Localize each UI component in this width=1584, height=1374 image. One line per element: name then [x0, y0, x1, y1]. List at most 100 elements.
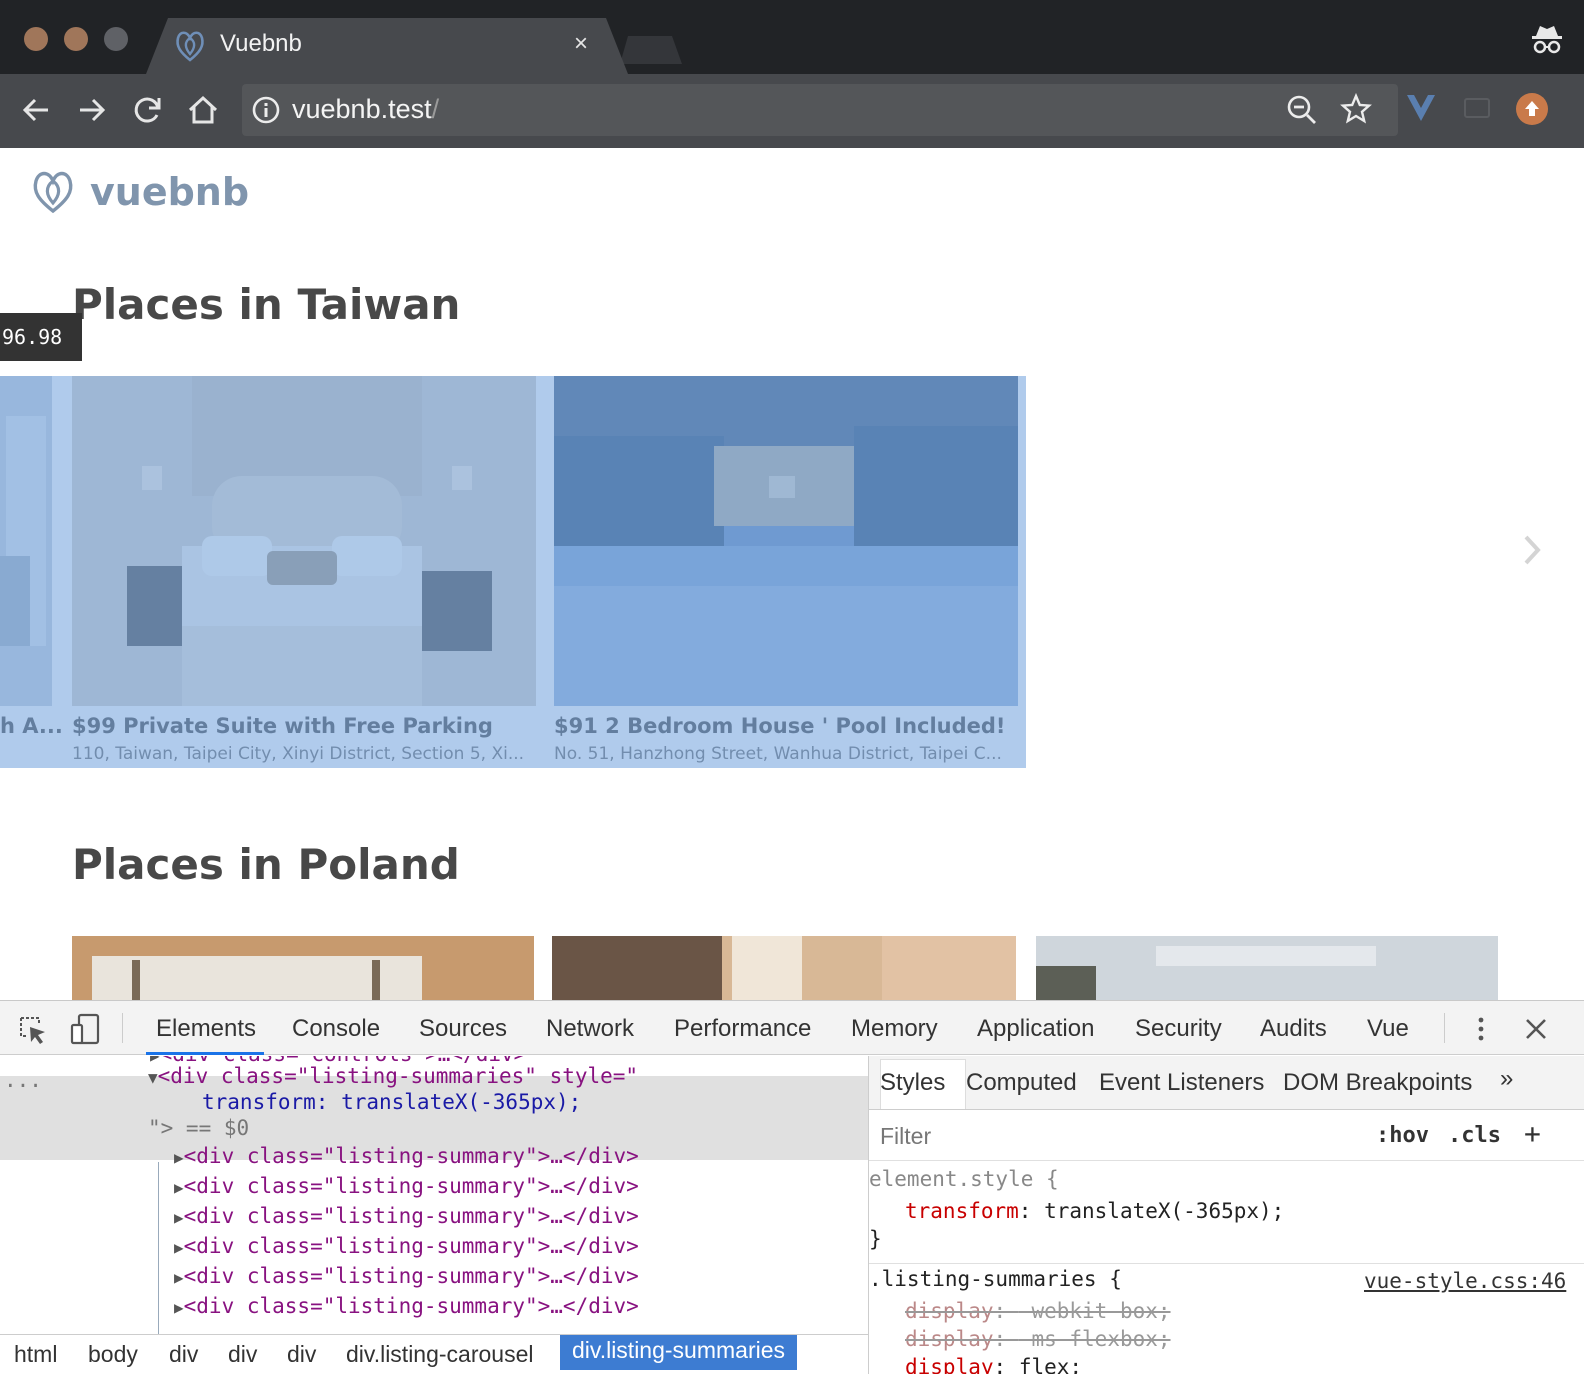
breadcrumb-listing-summaries[interactable]: div.listing-summaries [560, 1335, 798, 1370]
section-title-taiwan: Places in Taiwan [72, 280, 461, 329]
home-button[interactable] [185, 92, 221, 128]
devtools-panel: Elements Console Sources Network Perform… [0, 1000, 1584, 1374]
hover-state-button[interactable]: :hov [1376, 1123, 1429, 1148]
listing-title: h A... [0, 714, 63, 738]
logo-text[interactable]: vuebnb [90, 170, 249, 214]
rule-separator [869, 1263, 1584, 1264]
back-button[interactable] [18, 92, 54, 128]
more-tabs-button[interactable]: » [1500, 1065, 1513, 1093]
stylesheet-source-link[interactable]: vue-style.css:46 [1364, 1269, 1566, 1293]
reload-button[interactable] [130, 92, 166, 128]
forward-icon [80, 98, 106, 122]
dom-node-listing-summary[interactable]: ▶<div class="listing-summary">…</div> [174, 1264, 639, 1288]
listing-address: 110, Taiwan, Taipei City, Xinyi District… [72, 744, 525, 764]
back-icon [22, 98, 48, 122]
toolbar-divider [122, 1013, 123, 1043]
class-rule-selector: .listing-summaries { [869, 1267, 1122, 1291]
chevron-right-icon[interactable] [1522, 533, 1544, 567]
url-text[interactable]: vuebnb.test/ [292, 94, 439, 125]
close-window-button[interactable] [24, 27, 48, 51]
zoom-icon[interactable] [1286, 94, 1318, 126]
tab-audits[interactable]: Audits [1260, 1015, 1327, 1043]
tab-event-listeners[interactable]: Event Listeners [1099, 1069, 1264, 1097]
more-icon[interactable] [1474, 1015, 1488, 1043]
vue-devtools-icon[interactable] [1404, 92, 1438, 124]
style-declaration[interactable]: display: flex; [905, 1355, 1082, 1374]
dom-node-listing-summary[interactable]: ▶<div class="listing-summary">…</div> [174, 1144, 639, 1168]
browser-tab[interactable] [146, 18, 628, 74]
vuebnb-logo-icon[interactable] [30, 168, 76, 214]
styles-filter-input[interactable]: Filter [880, 1123, 931, 1150]
dom-breadcrumb: html body div div div div.listing-carous… [0, 1334, 868, 1374]
tab-network[interactable]: Network [546, 1015, 634, 1043]
elements-tree: ▶<div class="controls">…</div> ... ▼<div… [0, 1056, 868, 1334]
listing-photo[interactable] [552, 936, 1016, 1000]
reload-icon [134, 97, 161, 123]
listing-photo [554, 376, 1018, 706]
devtools-tab-bar: Elements Console Sources Network Perform… [0, 1001, 1584, 1055]
breadcrumb-listing-carousel[interactable]: div.listing-carousel [346, 1341, 533, 1368]
tab-application[interactable]: Application [977, 1015, 1094, 1043]
tab-vue[interactable]: Vue [1367, 1015, 1409, 1043]
overridden-declaration[interactable]: display: -webkit-box; [905, 1299, 1171, 1323]
profile-extension-button[interactable] [1516, 93, 1548, 125]
extension-icon[interactable] [1464, 98, 1490, 118]
close-icon[interactable] [1524, 1017, 1548, 1041]
style-rules: element.style { transform: translateX(-3… [869, 1161, 1584, 1374]
listing-address: No. 51, Hanzhong Street, Wanhua District… [554, 744, 1002, 764]
section-title-poland: Places in Poland [72, 840, 460, 889]
listing-carousel-poland [0, 936, 1584, 1000]
inspect-icon[interactable] [18, 1015, 48, 1045]
zoom-window-button[interactable] [104, 27, 128, 51]
dom-node-listing-summary[interactable]: ▶<div class="listing-summary">…</div> [174, 1234, 639, 1258]
upload-icon [1525, 101, 1539, 116]
info-icon[interactable] [252, 96, 280, 124]
tab-sources[interactable]: Sources [419, 1015, 507, 1043]
forward-button[interactable] [74, 92, 110, 128]
breadcrumb-div[interactable]: div [228, 1341, 257, 1368]
tree-guide-line [158, 1162, 159, 1334]
new-tab-button[interactable] [620, 36, 682, 64]
tab-title: Vuebnb [220, 30, 302, 57]
tab-computed[interactable]: Computed [966, 1069, 1077, 1097]
tab-memory[interactable]: Memory [851, 1015, 938, 1043]
element-size-badge: 96.98 [0, 313, 82, 361]
listing-photo[interactable] [1036, 936, 1498, 1000]
tab-elements[interactable]: Elements [156, 1015, 256, 1043]
browser-titlebar: Vuebnb × [0, 0, 1584, 74]
new-rule-button[interactable]: + [1524, 1117, 1541, 1150]
active-tab-indicator [146, 1052, 264, 1055]
listing-summary[interactable]: h A... [0, 376, 63, 768]
dom-node-selected-marker: "> == $0 [148, 1116, 250, 1140]
class-toggle-button[interactable]: .cls [1448, 1123, 1501, 1148]
tab-styles[interactable]: Styles [880, 1069, 945, 1097]
breadcrumb-html[interactable]: html [14, 1341, 57, 1368]
node-actions-ellipsis[interactable]: ... [4, 1068, 42, 1092]
dom-node-style-value: transform: translateX(-365px); [202, 1090, 582, 1114]
listing-summary[interactable]: $99 Private Suite with Free Parking 110,… [72, 376, 536, 768]
listing-photo[interactable] [72, 936, 534, 1000]
dom-node-listing-summary[interactable]: ▶<div class="listing-summary">…</div> [174, 1174, 639, 1198]
listing-title: $99 Private Suite with Free Parking [72, 714, 493, 738]
breadcrumb-div[interactable]: div [169, 1341, 198, 1368]
tab-security[interactable]: Security [1135, 1015, 1222, 1043]
listing-summary[interactable]: $91 2 Bedroom House ' Pool Included! No.… [554, 376, 1018, 768]
breadcrumb-div[interactable]: div [287, 1341, 316, 1368]
device-icon[interactable] [70, 1013, 100, 1045]
tab-console[interactable]: Console [292, 1015, 380, 1043]
tab-performance[interactable]: Performance [674, 1015, 811, 1043]
minimize-window-button[interactable] [64, 27, 88, 51]
dom-node-listing-summary[interactable]: ▶<div class="listing-summary">…</div> [174, 1294, 639, 1318]
breadcrumb-body[interactable]: body [88, 1341, 138, 1368]
overridden-declaration[interactable]: display: -ms-flexbox; [905, 1327, 1171, 1351]
tab-close-button[interactable]: × [574, 30, 588, 58]
rule-close-brace: } [869, 1227, 882, 1251]
home-icon [188, 95, 218, 124]
listing-carousel-taiwan: h A... $99 Private Suite with Free Parki… [0, 376, 1026, 768]
page-viewport: vuebnb Places in Taiwan 96.98 h A... $99… [0, 148, 1584, 1000]
style-declaration[interactable]: transform: translateX(-365px); [905, 1199, 1284, 1223]
star-icon[interactable] [1340, 93, 1372, 125]
dom-node-listing-summary[interactable]: ▶<div class="listing-summary">…</div> [174, 1204, 639, 1228]
toolbar-divider [1444, 1013, 1445, 1043]
tab-dom-breakpoints[interactable]: DOM Breakpoints [1283, 1069, 1472, 1097]
